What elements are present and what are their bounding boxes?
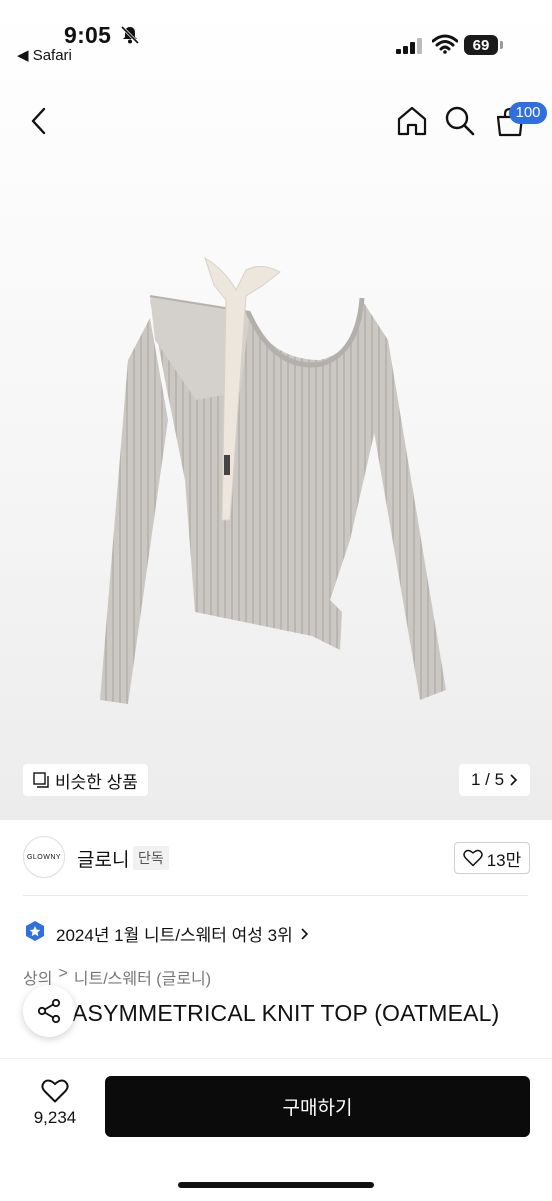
back-chevron-icon[interactable] xyxy=(24,105,56,137)
cart-count-badge: 100 xyxy=(509,102,547,124)
heart-icon xyxy=(41,1079,69,1103)
heart-icon xyxy=(462,849,483,867)
brand-name[interactable]: 글로니 xyxy=(77,845,129,872)
product-title: ASYMMETRICAL KNIT TOP (OATMEAL) xyxy=(72,1000,500,1026)
battery-icon: 69 xyxy=(464,35,504,55)
similar-items-icon xyxy=(33,772,49,788)
home-indicator xyxy=(178,1182,374,1188)
home-icon[interactable] xyxy=(396,105,428,137)
brand-like-count: 13만 xyxy=(486,850,522,870)
chevron-right-icon xyxy=(510,774,518,786)
brand-like-button[interactable]: 13만 xyxy=(454,842,530,874)
chevron-right-icon xyxy=(301,927,308,940)
similar-products-label: 비슷한 상품 xyxy=(55,772,138,792)
back-to-safari-link[interactable]: ◀ Safari xyxy=(17,46,72,64)
wishlist-button[interactable]: 9,234 xyxy=(30,1078,80,1128)
breadcrumb-separator: > xyxy=(58,965,68,982)
page-indicator: 1 / 5 xyxy=(471,770,505,789)
wishlist-count: 9,234 xyxy=(33,1108,77,1127)
status-time: 9:05 xyxy=(64,22,112,48)
breadcrumb-item-knit[interactable]: 니트/스웨터 (글로니) xyxy=(74,965,211,989)
image-pager[interactable]: 1 / 5 xyxy=(459,764,531,796)
similar-products-button[interactable]: 비슷한 상품 xyxy=(23,764,148,796)
wifi-icon xyxy=(432,34,458,54)
divider xyxy=(23,895,528,896)
ranking-badge-icon xyxy=(26,921,44,941)
ranking-link[interactable]: 2024년 1월 니트/스웨터 여성 3위 xyxy=(56,921,309,946)
ranking-text: 2024년 1월 니트/스웨터 여성 3위 xyxy=(56,926,293,945)
signal-icon xyxy=(396,38,422,54)
battery-level: 69 xyxy=(464,35,498,55)
brand-logo[interactable]: GLOWNY xyxy=(23,836,65,878)
buy-button[interactable]: 구매하기 xyxy=(105,1076,530,1137)
bell-muted-icon xyxy=(120,25,140,45)
share-button[interactable] xyxy=(23,985,75,1037)
search-icon[interactable] xyxy=(444,105,476,137)
share-icon xyxy=(37,998,61,1024)
exclusive-badge: 단독 xyxy=(133,846,169,870)
